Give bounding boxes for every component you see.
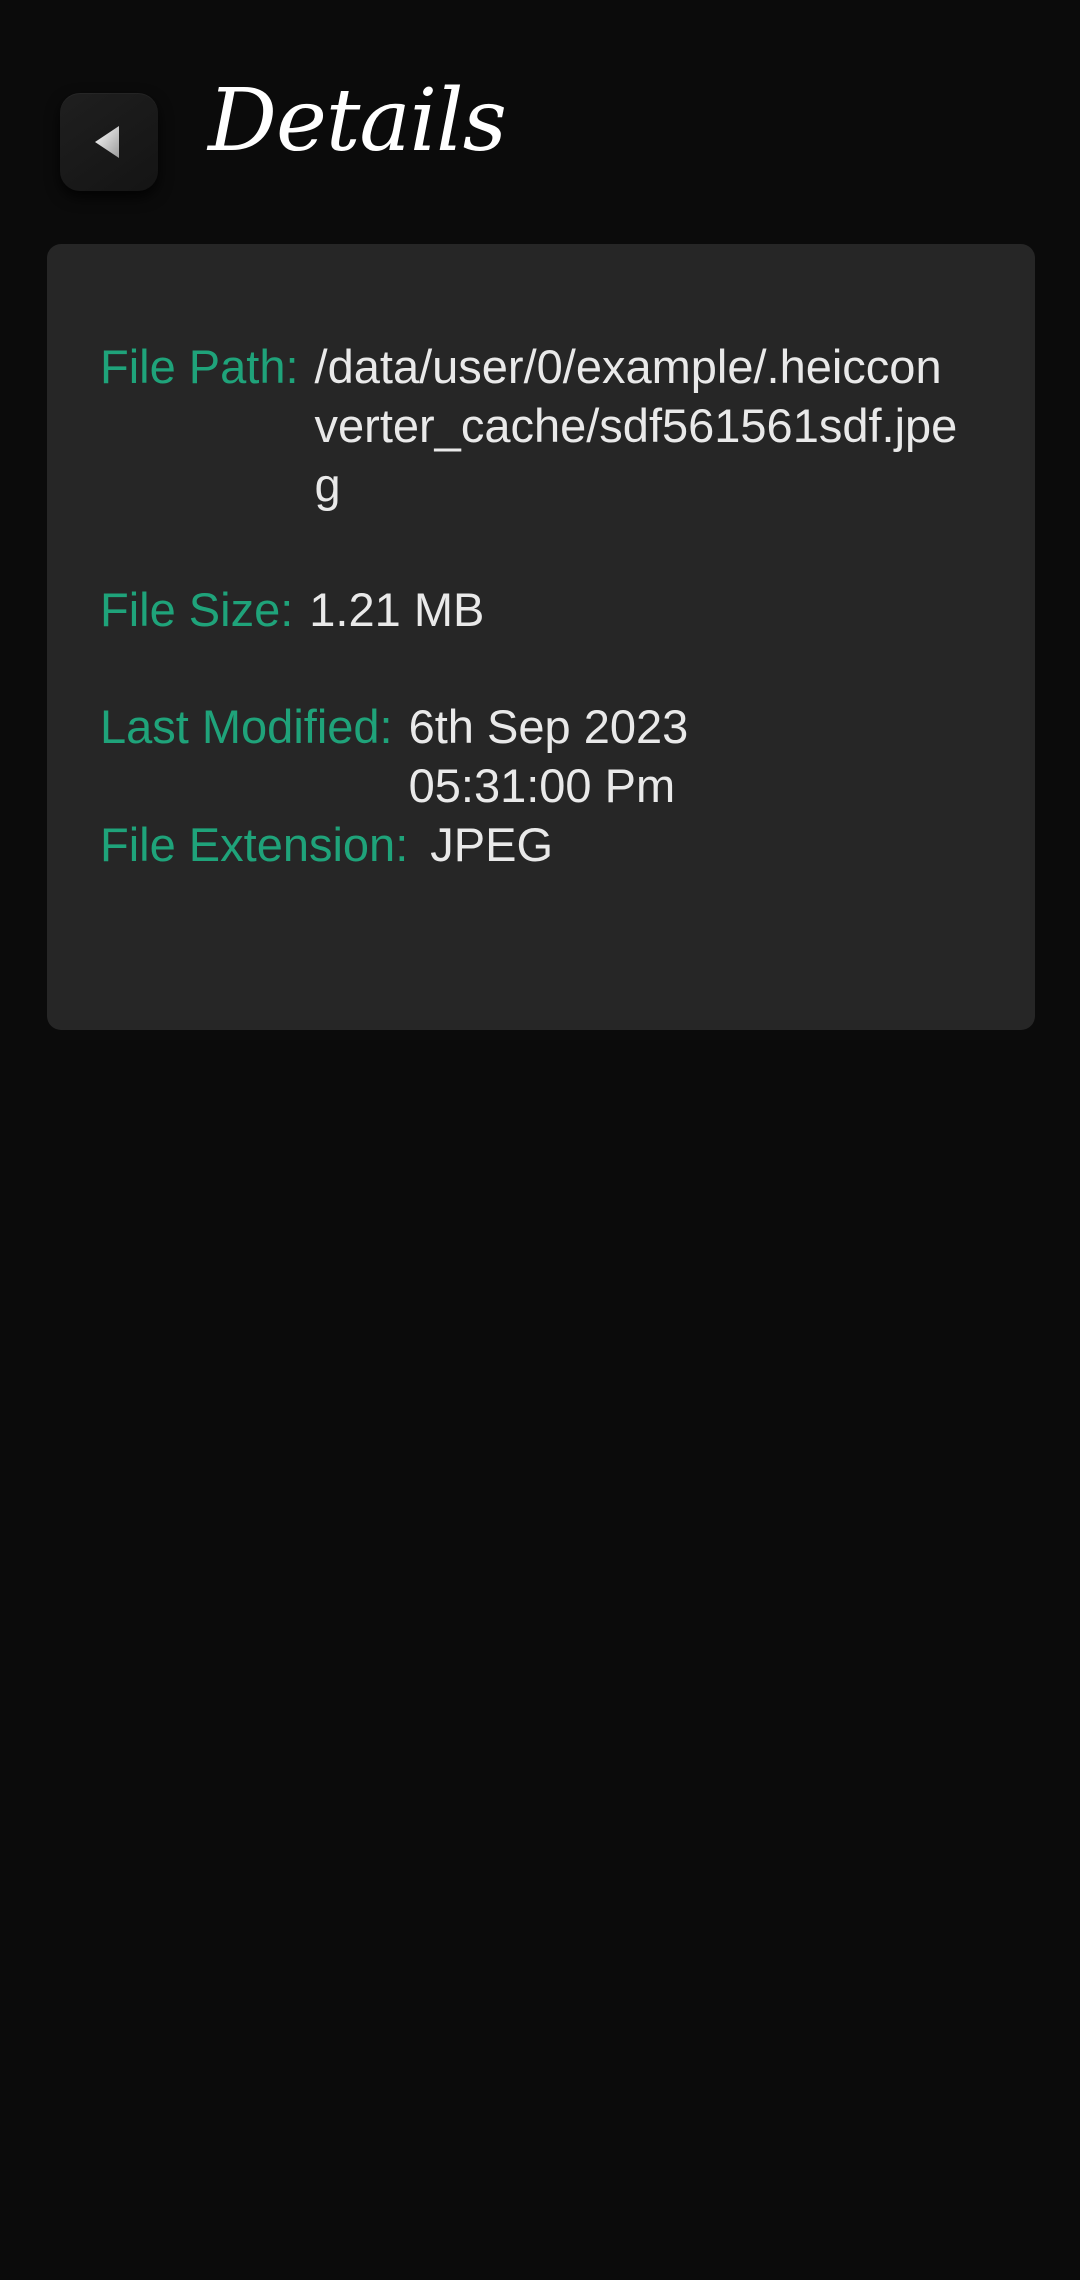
header-bar: Details bbox=[0, 0, 1080, 220]
details-card: File Path: /data/user/0/example/.heiccon… bbox=[47, 244, 1035, 1030]
file-extension-row: File Extension: JPEG bbox=[100, 815, 553, 874]
last-modified-value: 6th Sep 2023 05:31:00 Pm bbox=[408, 700, 689, 812]
file-size-value: 1.21 MB bbox=[309, 583, 485, 636]
last-modified-row: Last Modified: 6th Sep 2023 05:31:00 Pm bbox=[100, 697, 739, 815]
file-path-row: File Path: /data/user/0/example/.heiccon… bbox=[100, 337, 965, 514]
file-size-label: File Size: bbox=[100, 583, 294, 636]
last-modified-label: Last Modified: bbox=[100, 700, 393, 753]
file-extension-value: JPEG bbox=[430, 818, 554, 871]
back-arrow-icon bbox=[95, 126, 119, 158]
file-size-row: File Size: 1.21 MB bbox=[100, 580, 484, 639]
file-path-label: File Path: bbox=[100, 340, 299, 393]
back-button[interactable] bbox=[60, 93, 158, 191]
page-title: Details bbox=[208, 71, 507, 171]
file-path-value: /data/user/0/example/.heicconverter_cach… bbox=[314, 340, 958, 511]
file-extension-label: File Extension: bbox=[100, 818, 409, 871]
